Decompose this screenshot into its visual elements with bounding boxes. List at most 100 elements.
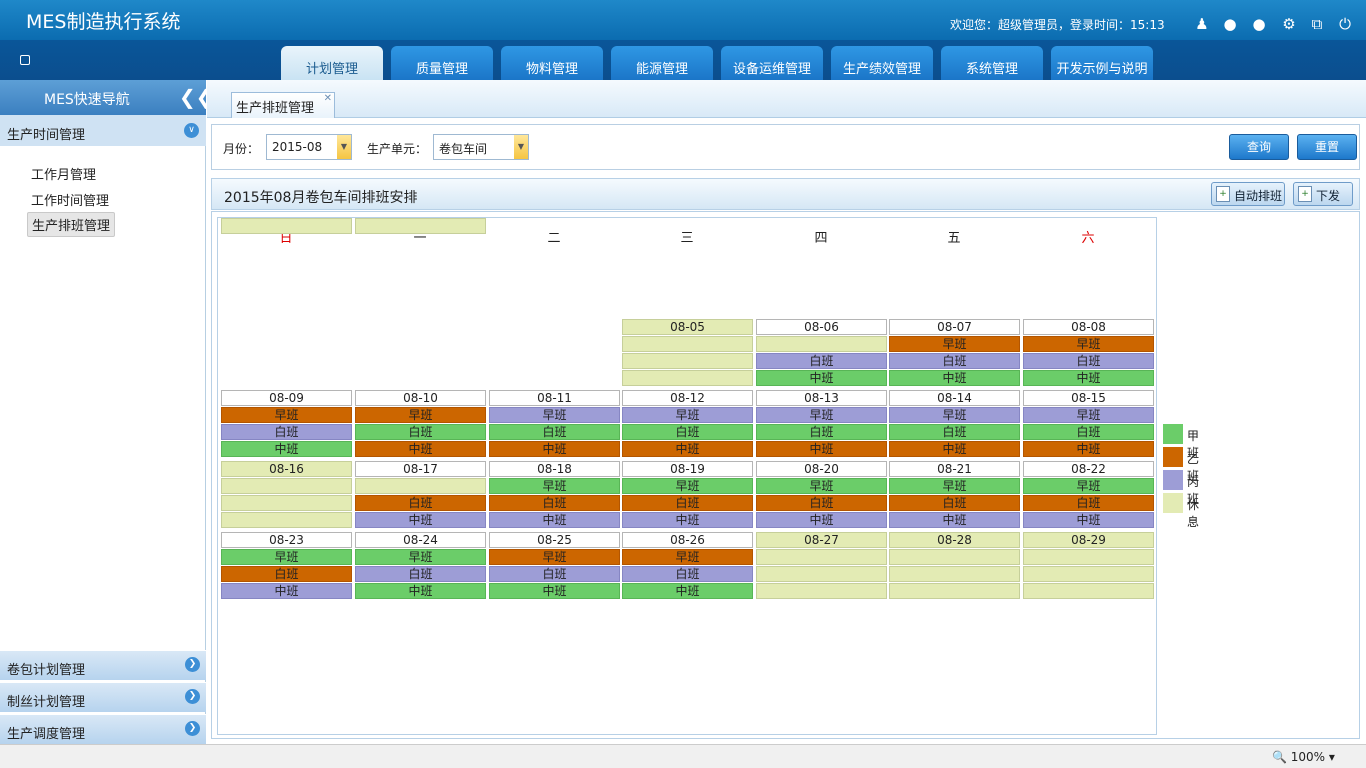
shift-cell[interactable]: 白班 — [1023, 424, 1154, 440]
shift-cell[interactable]: 早班 — [1023, 478, 1154, 494]
shift-cell[interactable]: 白班 — [889, 353, 1020, 369]
tab-material[interactable]: 物料管理 — [501, 46, 603, 80]
tab-energy[interactable]: 能源管理 — [611, 46, 713, 80]
shift-cell[interactable]: 中班 — [489, 512, 620, 528]
shift-cell[interactable]: 白班 — [1023, 353, 1154, 369]
tab-quality[interactable]: 质量管理 — [391, 46, 493, 80]
shift-cell[interactable]: 白班 — [489, 495, 620, 511]
users-icon[interactable]: ♟ — [1193, 15, 1211, 33]
menu-toggle-icon[interactable] — [20, 55, 30, 65]
shift-cell[interactable]: 白班 — [355, 495, 486, 511]
message-icon[interactable]: ● — [1250, 15, 1268, 33]
shift-cell[interactable]: 中班 — [1023, 512, 1154, 528]
shift-cell[interactable] — [1023, 549, 1154, 565]
shift-cell[interactable]: 白班 — [756, 353, 887, 369]
shift-cell[interactable] — [1023, 566, 1154, 582]
shift-cell[interactable]: 早班 — [489, 407, 620, 423]
shift-cell[interactable] — [622, 370, 753, 386]
close-icon[interactable]: ✕ — [324, 93, 332, 104]
shift-cell[interactable] — [221, 478, 352, 494]
chevron-down-icon[interactable]: ∨ — [184, 123, 199, 138]
shift-cell[interactable]: 中班 — [355, 583, 486, 599]
shift-cell[interactable]: 白班 — [355, 424, 486, 440]
shift-cell[interactable] — [756, 549, 887, 565]
auto-schedule-button[interactable]: + 自动排班 — [1211, 182, 1285, 206]
issue-button[interactable]: + 下发 — [1293, 182, 1353, 206]
shift-cell[interactable]: 中班 — [622, 512, 753, 528]
shift-cell[interactable] — [756, 566, 887, 582]
shift-cell[interactable]: 白班 — [889, 495, 1020, 511]
sidebar-item-shift-schedule[interactable]: 生产排班管理 — [27, 212, 116, 237]
shift-cell[interactable]: 中班 — [489, 583, 620, 599]
shift-cell[interactable]: 早班 — [622, 407, 753, 423]
shift-cell[interactable]: 早班 — [1023, 336, 1154, 352]
page-tab-shift-schedule[interactable]: 生产排班管理 ✕ — [231, 92, 335, 118]
shift-cell[interactable] — [622, 353, 753, 369]
shift-cell[interactable]: 中班 — [622, 583, 753, 599]
shift-cell[interactable]: 中班 — [1023, 441, 1154, 457]
shift-cell[interactable] — [355, 218, 486, 234]
shift-cell[interactable]: 中班 — [622, 441, 753, 457]
shift-cell[interactable]: 中班 — [1023, 370, 1154, 386]
shift-cell[interactable]: 早班 — [489, 478, 620, 494]
tab-performance[interactable]: 生产绩效管理 — [831, 46, 933, 80]
shift-cell[interactable] — [756, 336, 887, 352]
shift-cell[interactable]: 早班 — [889, 336, 1020, 352]
shift-cell[interactable] — [1023, 583, 1154, 599]
sidebar-item-work-time[interactable]: 工作时间管理 — [27, 188, 113, 211]
tab-plan[interactable]: 计划管理 — [281, 46, 383, 80]
shift-cell[interactable]: 中班 — [889, 512, 1020, 528]
shift-cell[interactable]: 早班 — [889, 478, 1020, 494]
shift-cell[interactable] — [221, 512, 352, 528]
shift-cell[interactable]: 白班 — [489, 566, 620, 582]
shift-cell[interactable] — [889, 549, 1020, 565]
window-icon[interactable]: ⧉ — [1308, 15, 1326, 33]
chevron-right-icon[interactable]: ❯ — [185, 689, 200, 704]
shift-cell[interactable]: 白班 — [355, 566, 486, 582]
query-button[interactable]: 查询 — [1229, 134, 1289, 160]
shift-cell[interactable]: 白班 — [622, 495, 753, 511]
dropdown-arrow-icon[interactable]: ▼ — [514, 135, 528, 159]
shift-cell[interactable] — [355, 478, 486, 494]
shift-cell[interactable]: 白班 — [489, 424, 620, 440]
shift-cell[interactable]: 中班 — [756, 370, 887, 386]
shift-cell[interactable]: 早班 — [355, 407, 486, 423]
shift-cell[interactable]: 中班 — [756, 512, 887, 528]
chevron-right-icon[interactable]: ❯ — [185, 721, 200, 736]
shift-cell[interactable]: 早班 — [622, 549, 753, 565]
settings-icon[interactable]: ⚙ — [1280, 15, 1298, 33]
dropdown-arrow-icon[interactable]: ▼ — [337, 135, 351, 159]
shift-cell[interactable]: 中班 — [889, 370, 1020, 386]
shift-cell[interactable]: 早班 — [221, 407, 352, 423]
shift-cell[interactable]: 早班 — [1023, 407, 1154, 423]
shift-cell[interactable]: 早班 — [756, 478, 887, 494]
shift-cell[interactable]: 中班 — [221, 441, 352, 457]
sidebar-item-work-month[interactable]: 工作月管理 — [27, 162, 100, 185]
tab-system[interactable]: 系统管理 — [941, 46, 1043, 80]
shift-cell[interactable]: 中班 — [221, 583, 352, 599]
unit-select[interactable]: 卷包车间 ▼ — [433, 134, 529, 160]
shift-cell[interactable]: 白班 — [622, 424, 753, 440]
sidebar-group-dispatch[interactable]: 生产调度管理 ❯ — [0, 714, 206, 744]
shift-cell[interactable]: 早班 — [889, 407, 1020, 423]
zoom-level[interactable]: 🔍 100% ▾ — [1272, 750, 1335, 764]
shift-cell[interactable]: 白班 — [1023, 495, 1154, 511]
shift-cell[interactable]: 中班 — [355, 512, 486, 528]
shift-cell[interactable]: 中班 — [756, 441, 887, 457]
shift-cell[interactable] — [622, 336, 753, 352]
shift-cell[interactable] — [221, 495, 352, 511]
shift-cell[interactable]: 白班 — [221, 566, 352, 582]
shift-cell[interactable]: 白班 — [889, 424, 1020, 440]
shift-cell[interactable]: 白班 — [756, 424, 887, 440]
sidebar-group-cig-plan[interactable]: 卷包计划管理 ❯ — [0, 650, 206, 680]
shift-cell[interactable]: 中班 — [355, 441, 486, 457]
shift-cell[interactable]: 早班 — [221, 549, 352, 565]
sidebar-group-silk-plan[interactable]: 制丝计划管理 ❯ — [0, 682, 206, 712]
shift-cell[interactable]: 中班 — [489, 441, 620, 457]
shift-cell[interactable]: 早班 — [355, 549, 486, 565]
shift-cell[interactable]: 中班 — [889, 441, 1020, 457]
shift-cell[interactable]: 早班 — [756, 407, 887, 423]
tab-equipment[interactable]: 设备运维管理 — [721, 46, 823, 80]
chevron-right-icon[interactable]: ❯ — [185, 657, 200, 672]
shift-cell[interactable] — [889, 583, 1020, 599]
